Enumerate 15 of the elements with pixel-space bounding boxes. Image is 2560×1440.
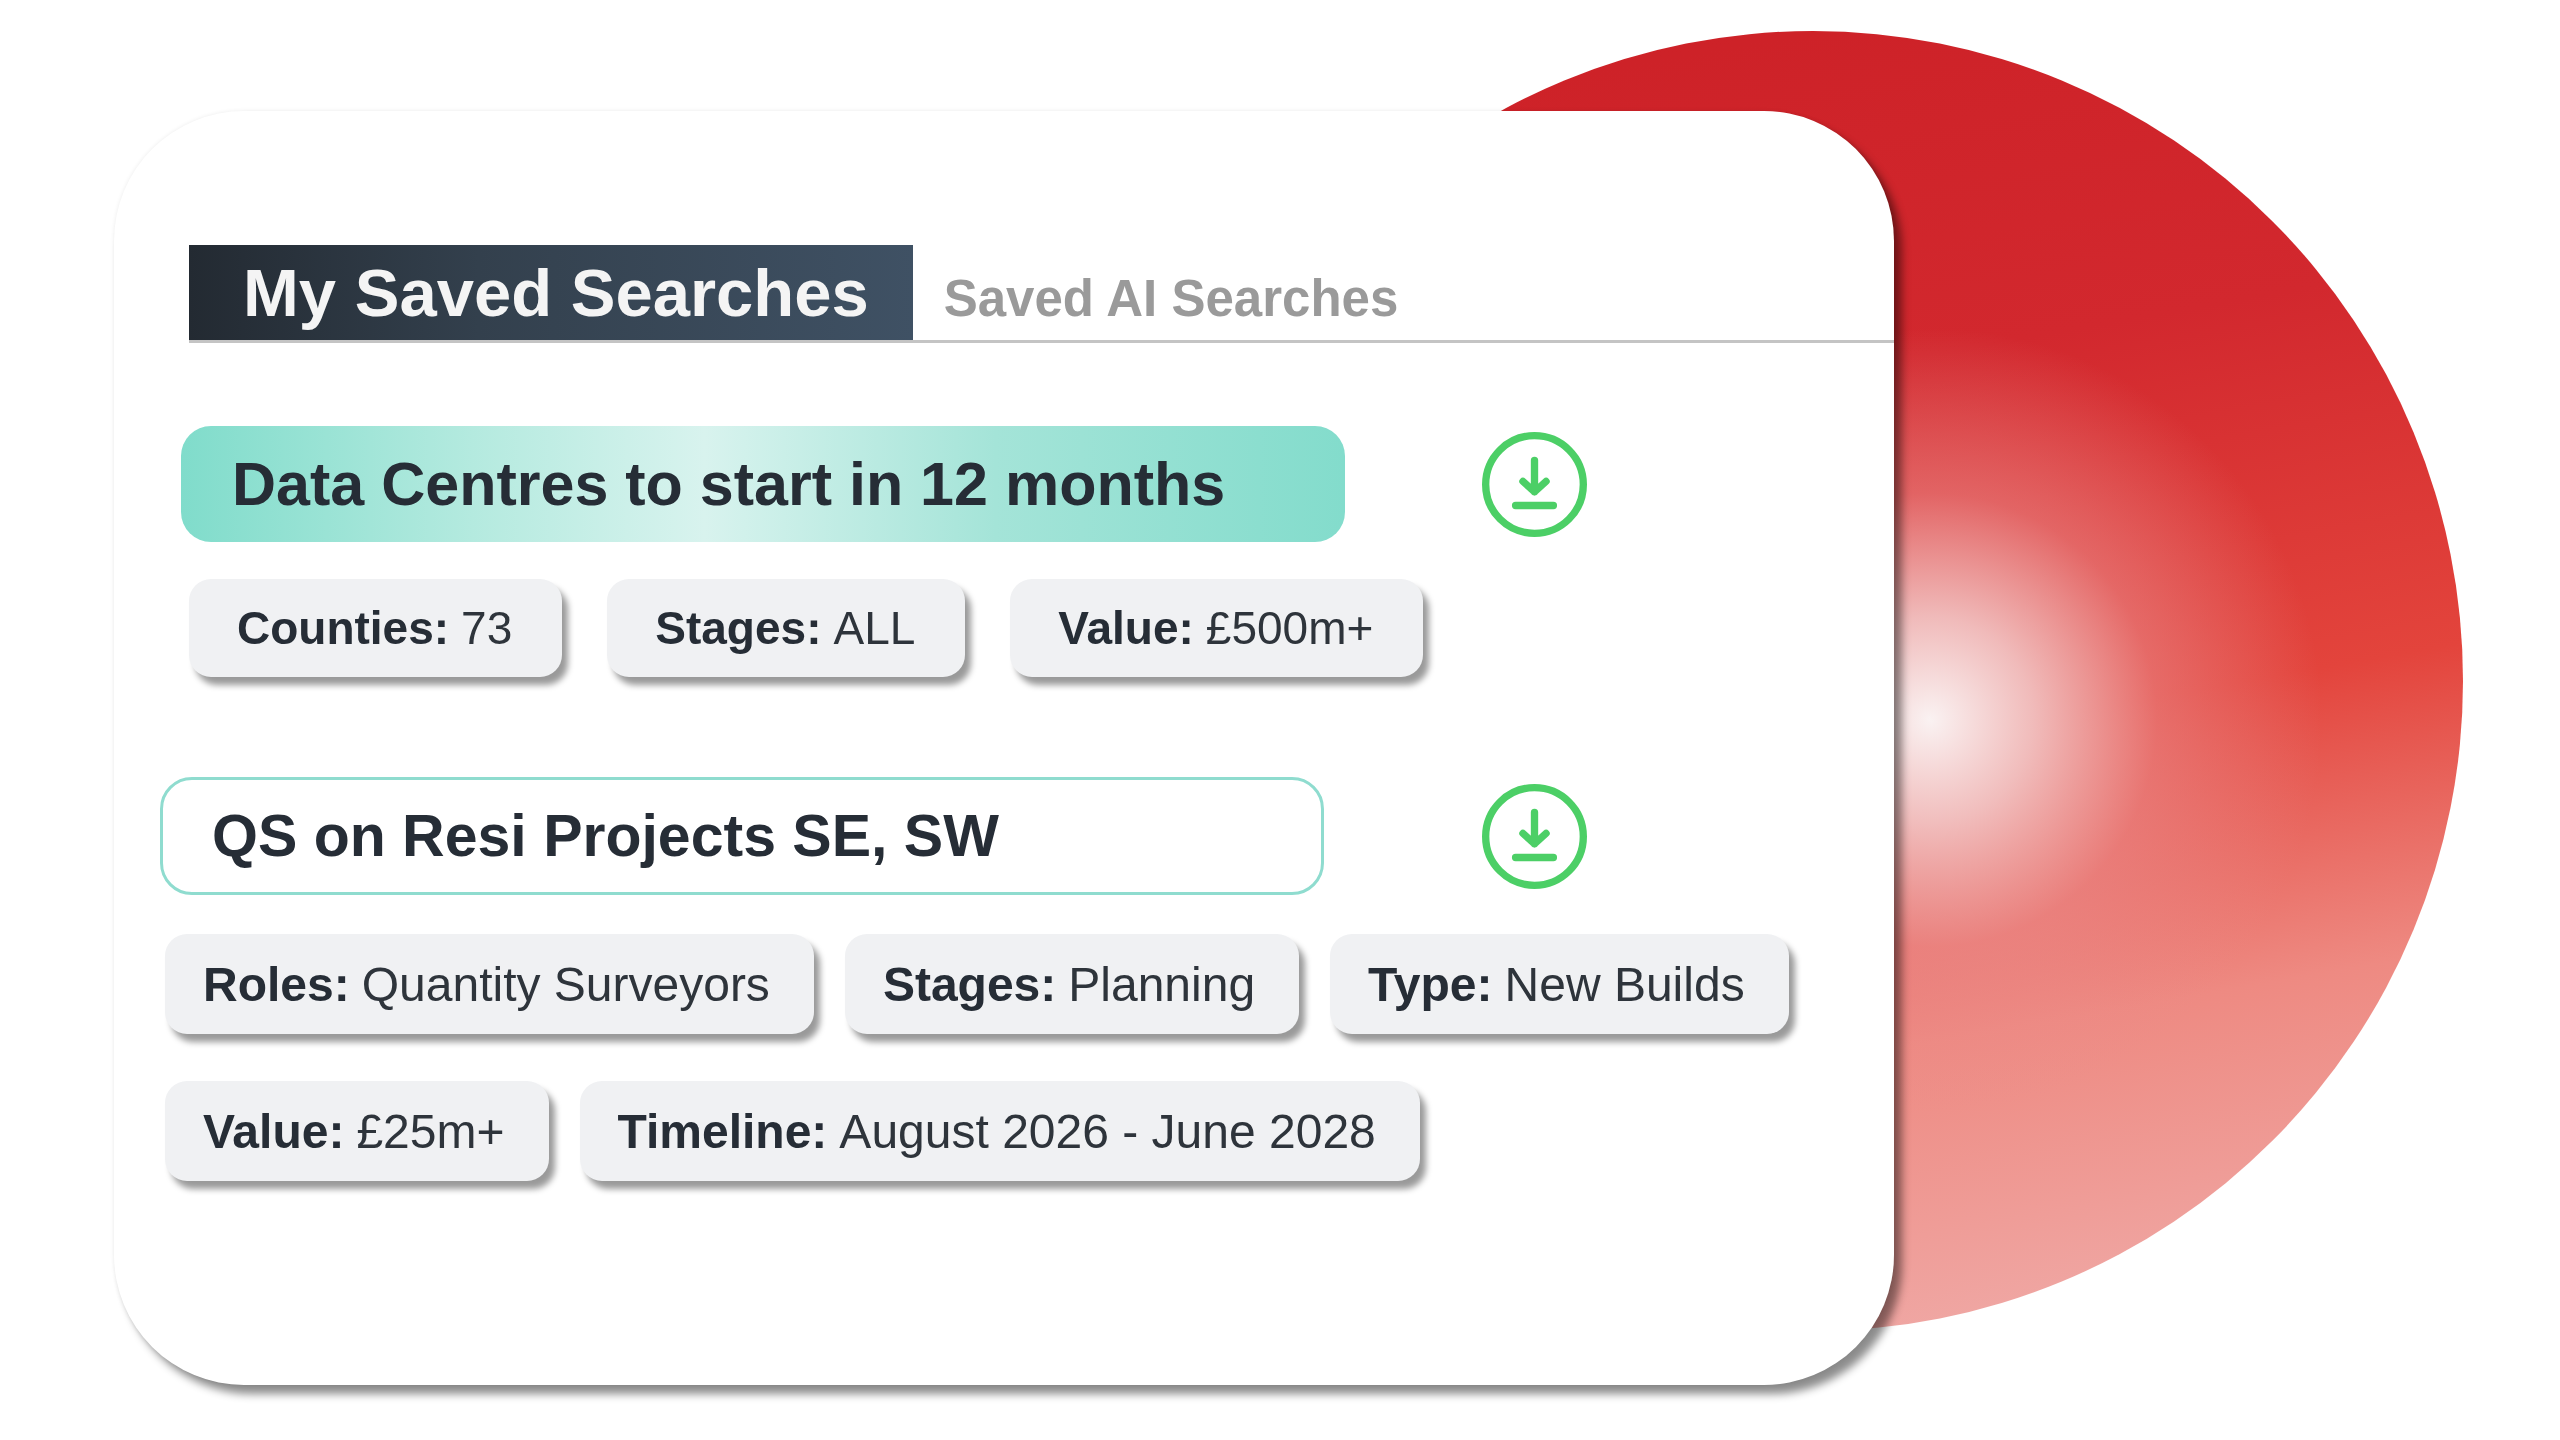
- filter-chip: Stages: ALL: [607, 579, 966, 677]
- filter-chip: Type: New Builds: [1330, 934, 1789, 1034]
- download-icon: [1482, 431, 1587, 537]
- saved-search-title[interactable]: Data Centres to start in 12 months: [181, 426, 1345, 542]
- filter-chip: Timeline: August 2026 - June 2028: [579, 1081, 1420, 1181]
- download-icon: [1482, 783, 1587, 889]
- filter-chip: Value: £25m+: [165, 1081, 549, 1181]
- filter-chip: Counties: 73: [189, 579, 563, 677]
- tab[interactable]: My Saved Searches: [189, 245, 913, 340]
- download-button[interactable]: [1482, 783, 1587, 889]
- saved-search-title[interactable]: QS on Resi Projects SE, SW: [160, 777, 1324, 895]
- filter-chip: Stages: Planning: [844, 934, 1300, 1034]
- filter-chip: Value: £500m+: [1010, 579, 1424, 677]
- download-button[interactable]: [1482, 431, 1587, 537]
- filter-chip: Roles: Quantity Surveyors: [165, 934, 814, 1034]
